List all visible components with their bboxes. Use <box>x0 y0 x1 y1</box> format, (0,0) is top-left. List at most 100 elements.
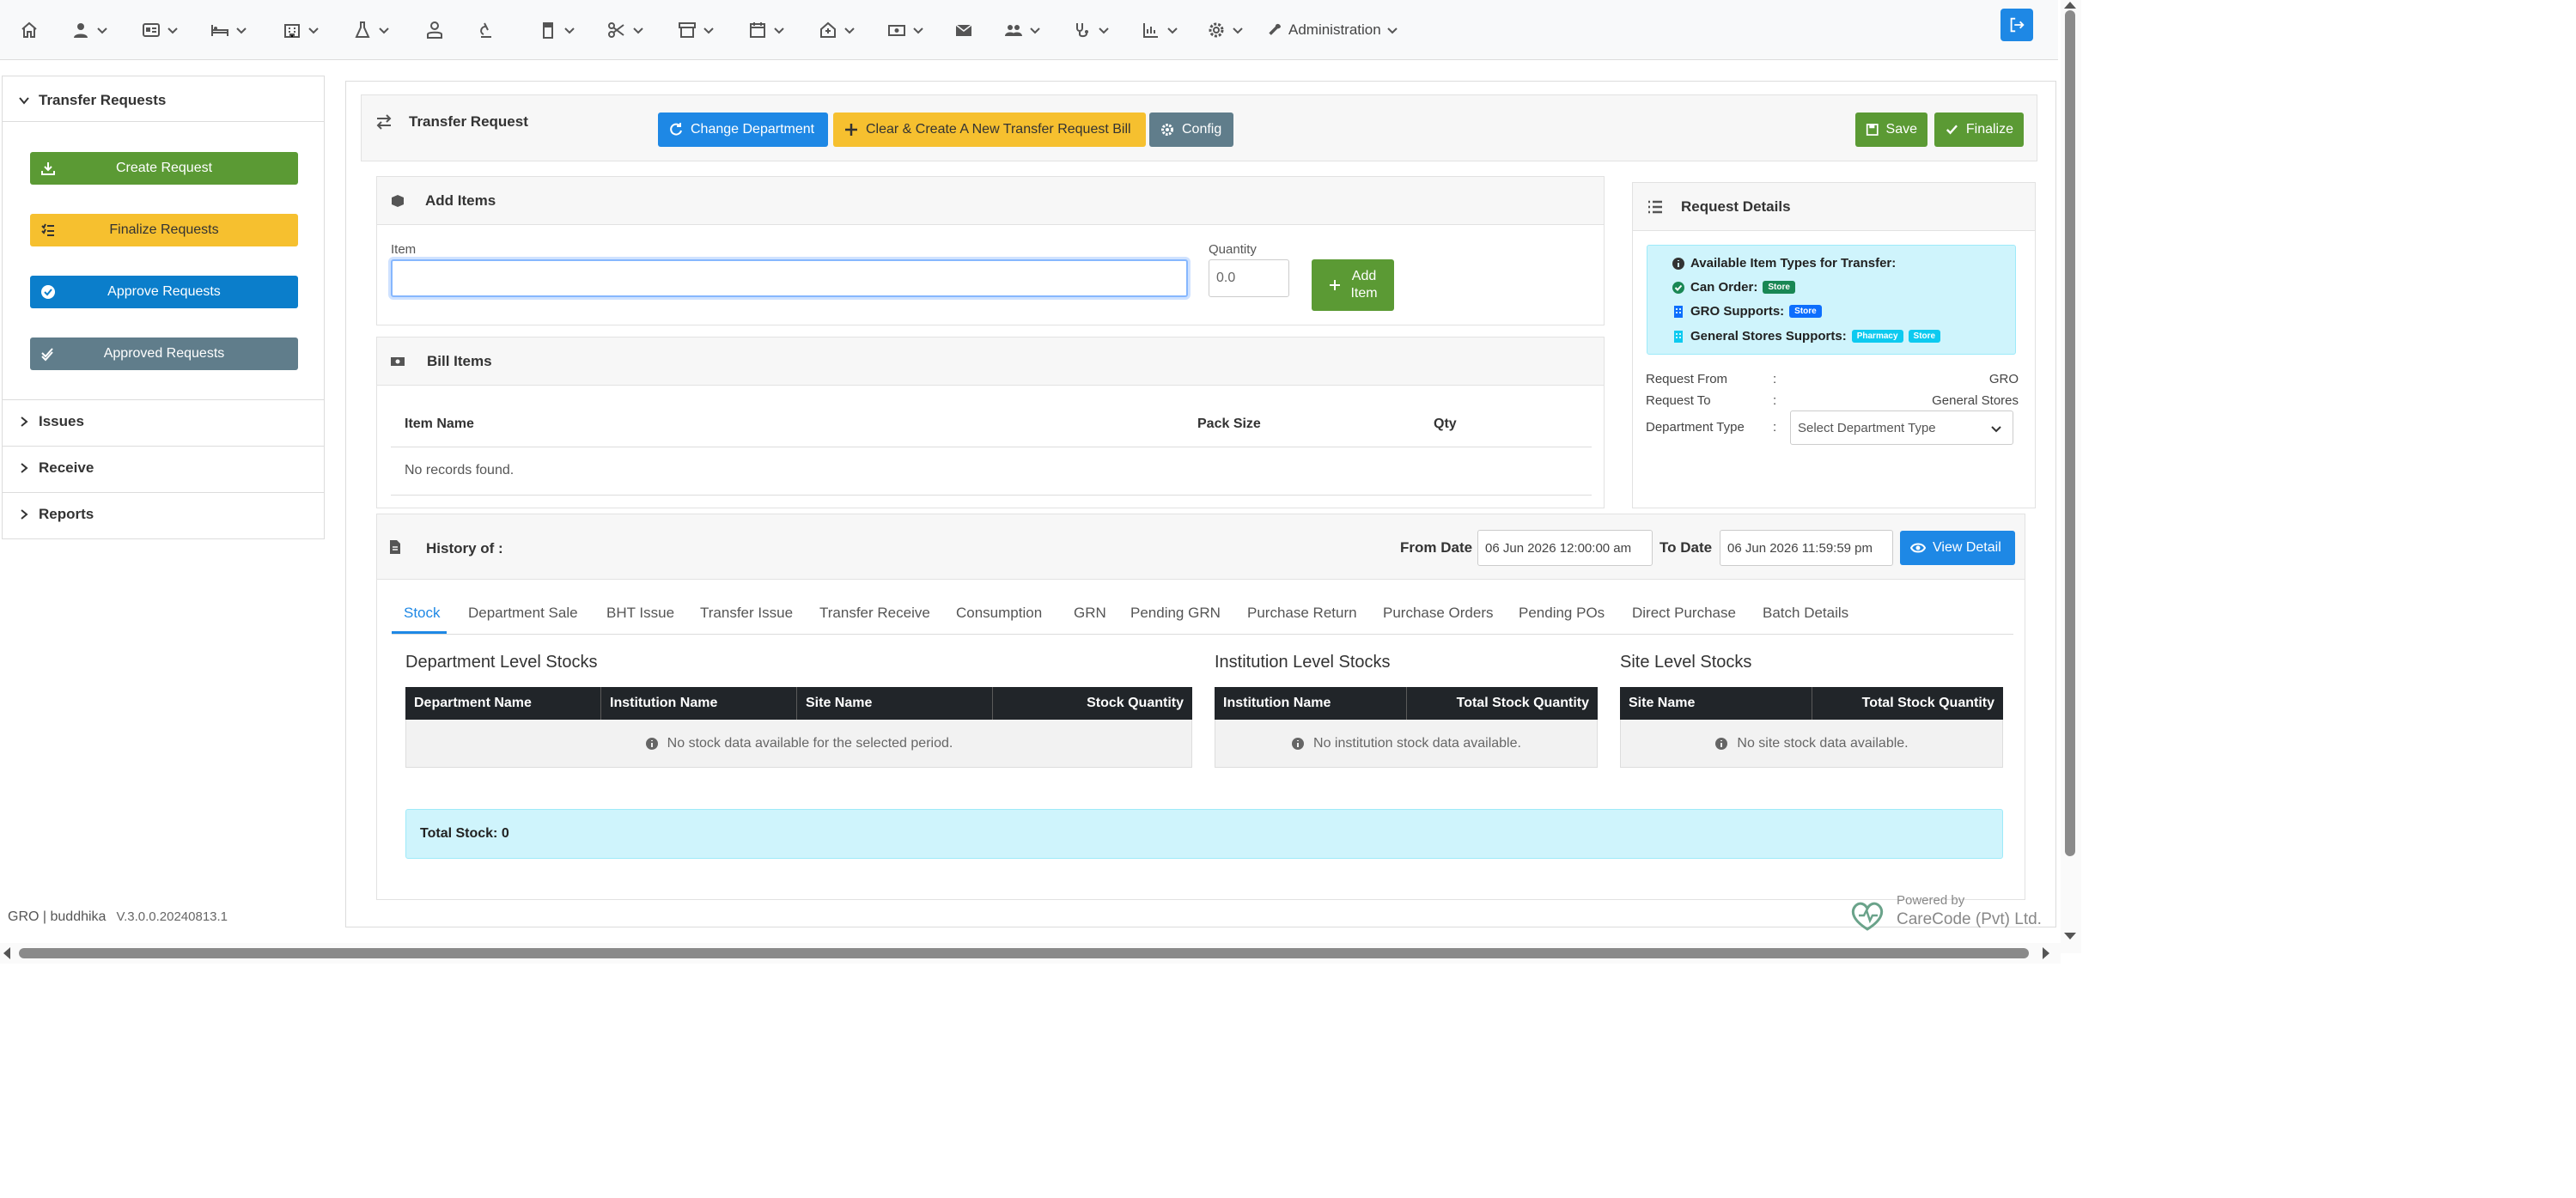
lab-menu[interactable] <box>352 17 390 43</box>
site-stocks-header: Site Name Total Stock Quantity <box>1620 687 2003 720</box>
department-stocks-empty-text: No stock data available for the selected… <box>667 735 953 751</box>
pharmacy-menu[interactable] <box>476 17 496 43</box>
patient-menu[interactable] <box>70 17 108 43</box>
tab-grn[interactable]: GRN <box>1074 605 1106 622</box>
payments-menu[interactable] <box>886 17 924 43</box>
store-badge: Store <box>1908 330 1941 343</box>
scroll-up-arrow[interactable] <box>2064 2 2076 9</box>
id-card-icon <box>143 23 160 37</box>
sidebar-section-transfer-requests[interactable]: Transfer Requests <box>3 92 324 109</box>
hospital-menu[interactable] <box>282 17 320 43</box>
company-name: CareCode (Pvt) Ltd. <box>1897 910 2042 928</box>
to-date-input[interactable]: 06 Jun 2026 11:59:59 pm <box>1720 530 1893 566</box>
sidebar-section-receive[interactable]: Receive <box>3 459 324 477</box>
column-header: Qty <box>1434 417 1457 431</box>
item-label: Item <box>391 242 417 257</box>
administration-menu[interactable]: Administration <box>1266 17 1398 43</box>
config-button[interactable]: Config <box>1149 113 1233 147</box>
scroll-left-arrow[interactable] <box>3 947 10 959</box>
institution-stocks-title: Institution Level Stocks <box>1215 653 1391 672</box>
horizontal-scroll-thumb[interactable] <box>19 948 2029 958</box>
department-type-select[interactable]: Select Department Type <box>1790 410 2013 445</box>
money-bill-icon <box>888 25 905 36</box>
tab-department-sale[interactable]: Department Sale <box>468 605 578 622</box>
store-menu[interactable] <box>538 17 575 43</box>
powered-by-carecode: Powered by CareCode (Pvt) Ltd. <box>1847 893 2061 934</box>
tab-transfer-receive[interactable]: Transfer Receive <box>819 605 930 622</box>
sidebar-section-reports[interactable]: Reports <box>3 506 324 523</box>
scroll-down-arrow[interactable] <box>2064 933 2076 940</box>
messages-menu[interactable] <box>953 17 974 43</box>
finalize-button[interactable]: Finalize <box>1934 113 2024 147</box>
footer-version: V.3.0.0.20240813.1 <box>116 909 228 924</box>
reports-menu[interactable] <box>1141 17 1178 43</box>
tab-purchase-orders[interactable]: Purchase Orders <box>1383 605 1494 622</box>
tab-stock[interactable]: Stock <box>404 605 441 622</box>
bill-items-header-row: Item Name Pack Size Qty <box>391 401 1592 447</box>
from-date-input[interactable]: 06 Jun 2026 12:00:00 am <box>1477 530 1653 566</box>
approved-requests-button[interactable]: Approved Requests <box>30 338 298 370</box>
gro-supports-text: GRO Supports: <box>1690 304 1785 319</box>
tab-purchase-return[interactable]: Purchase Return <box>1247 605 1357 622</box>
add-item-button[interactable]: Add Item <box>1312 259 1394 311</box>
doctor-menu[interactable] <box>424 17 445 43</box>
quantity-input[interactable]: 0.0 <box>1209 259 1289 297</box>
user-icon <box>74 23 88 38</box>
gear-icon <box>1161 124 1173 136</box>
tab-consumption[interactable]: Consumption <box>956 605 1042 622</box>
double-check-icon <box>41 348 53 362</box>
tab-pending-pos[interactable]: Pending POs <box>1519 605 1605 622</box>
finalize-requests-button[interactable]: Finalize Requests <box>30 214 298 246</box>
inward-menu[interactable] <box>210 17 247 43</box>
save-button[interactable]: Save <box>1855 113 1927 147</box>
change-department-button[interactable]: Change Department <box>658 113 828 147</box>
clear-create-button[interactable]: Clear & Create A New Transfer Request Bi… <box>833 113 1146 147</box>
inventory-menu[interactable] <box>677 17 715 43</box>
total-stock-text: Total Stock: 0 <box>420 826 509 841</box>
billing-menu[interactable] <box>141 17 179 43</box>
scroll-right-arrow[interactable] <box>2043 947 2049 959</box>
create-request-button[interactable]: Create Request <box>30 152 298 185</box>
users-icon <box>1005 25 1022 36</box>
tab-direct-purchase[interactable]: Direct Purchase <box>1632 605 1736 622</box>
sidebar-section-issues[interactable]: Issues <box>3 413 324 430</box>
refresh-icon <box>670 123 682 136</box>
tab-transfer-issue[interactable]: Transfer Issue <box>700 605 793 622</box>
clinic-menu[interactable] <box>818 17 856 43</box>
house-medical-icon <box>820 21 836 38</box>
available-types-line: Available Item Types for Transfer: <box>1672 256 1896 271</box>
chevron-right-icon <box>21 417 28 427</box>
settings-menu[interactable] <box>1206 17 1244 43</box>
quantity-label: Quantity <box>1209 242 1257 257</box>
chevron-down-icon <box>167 27 178 34</box>
add-item-label-1: Add <box>1351 269 1377 283</box>
check-circle-icon <box>41 285 55 299</box>
home-icon[interactable] <box>19 17 40 43</box>
site-stocks-empty: No site stock data available. <box>1620 720 2003 768</box>
tab-batch-details[interactable]: Batch Details <box>1763 605 1848 622</box>
finalize-label: Finalize <box>1965 122 2013 137</box>
wrench-icon <box>1269 23 1281 35</box>
to-date-label: To Date <box>1659 539 1713 556</box>
item-input[interactable] <box>391 259 1188 297</box>
logout-button[interactable] <box>2001 9 2033 41</box>
chevron-down-icon <box>1233 27 1243 34</box>
view-detail-button[interactable]: View Detail <box>1900 531 2015 565</box>
building-icon <box>284 24 300 38</box>
administration-label: Administration <box>1288 21 1381 38</box>
tab-pending-grn[interactable]: Pending GRN <box>1130 605 1221 622</box>
bill-items-title: Bill Items <box>427 353 492 369</box>
tab-bht-issue[interactable]: BHT Issue <box>606 605 674 622</box>
appointments-menu[interactable] <box>747 17 785 43</box>
channel-menu[interactable] <box>1072 17 1110 43</box>
sidebar-section-label: Issues <box>39 413 84 429</box>
column-header: Item Name <box>405 417 474 431</box>
column-header: Stock Quantity <box>1087 696 1184 710</box>
vertical-scroll-thumb[interactable] <box>2065 10 2075 856</box>
staff-menu[interactable] <box>1003 17 1041 43</box>
theatre-menu[interactable] <box>606 17 644 43</box>
no-records-text: No records found. <box>405 463 515 477</box>
chevron-down-icon <box>844 27 855 34</box>
chevron-down-icon <box>1387 27 1398 34</box>
approve-requests-button[interactable]: Approve Requests <box>30 276 298 308</box>
